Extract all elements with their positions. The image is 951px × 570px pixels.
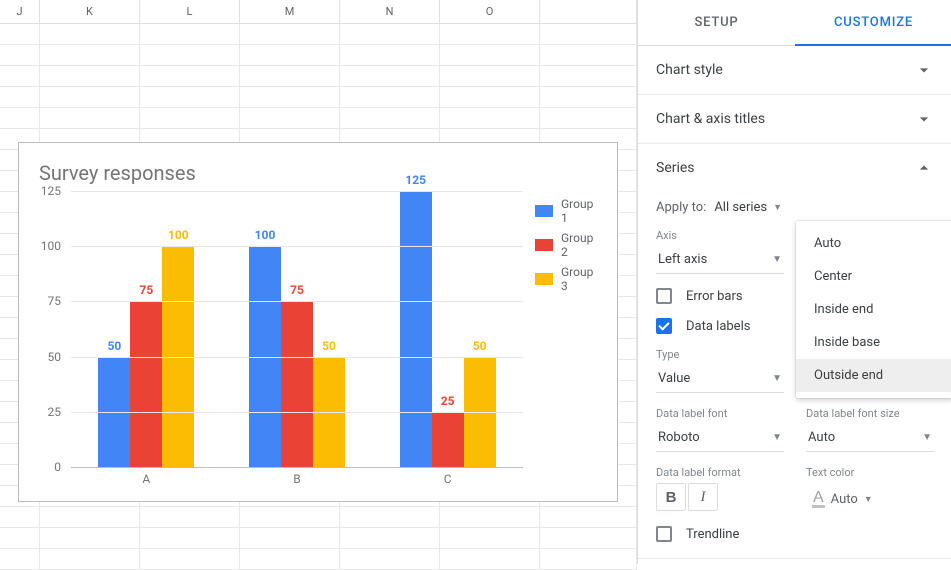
chevron-up-icon bbox=[914, 158, 934, 178]
chart-plot: 0255075100125 507510010075501252550 ABC bbox=[39, 191, 523, 491]
dropdown-option[interactable]: Center bbox=[796, 260, 951, 293]
dropdown-option[interactable]: Outside end bbox=[796, 359, 951, 392]
text-color-icon: A bbox=[812, 491, 825, 508]
font-size-label: Data label font size bbox=[806, 407, 934, 420]
column-header[interactable]: K bbox=[40, 0, 140, 23]
chart-title: Survey responses bbox=[39, 161, 603, 185]
legend-item[interactable]: Group 2 bbox=[535, 231, 603, 259]
bar-data-label: 25 bbox=[441, 394, 455, 408]
y-tick-label: 75 bbox=[48, 294, 62, 308]
sidebar-tabs: SETUP CUSTOMIZE bbox=[638, 0, 951, 46]
x-tick-label: B bbox=[222, 467, 373, 491]
text-color-select[interactable]: A Auto ▼ bbox=[806, 487, 879, 512]
bar-data-label: 100 bbox=[255, 228, 276, 242]
spreadsheet-area: JKLMNO Survey responses 0 25 50 75 100 125 50… bbox=[0, 0, 638, 564]
chart-legend: Group 1 Group 2 Group 3 bbox=[523, 191, 603, 491]
bar[interactable]: 25 bbox=[432, 412, 464, 467]
dropdown-option[interactable]: Auto bbox=[796, 227, 951, 260]
tab-setup[interactable]: SETUP bbox=[638, 0, 795, 45]
column-header[interactable]: J bbox=[0, 0, 40, 23]
bar-data-label: 50 bbox=[107, 339, 121, 353]
bar-data-label: 125 bbox=[405, 173, 426, 187]
bar[interactable]: 75 bbox=[130, 301, 162, 467]
bold-button[interactable]: B bbox=[656, 483, 686, 511]
x-tick-label: C bbox=[372, 467, 523, 491]
axis-label: Axis bbox=[656, 229, 784, 242]
font-label: Data label font bbox=[656, 407, 784, 420]
section-label: Chart & axis titles bbox=[656, 111, 765, 127]
apply-to-label: Apply to: bbox=[656, 200, 706, 215]
column-header[interactable] bbox=[540, 0, 637, 23]
checkbox-unchecked-icon bbox=[656, 288, 672, 304]
bar-data-label: 50 bbox=[322, 339, 336, 353]
column-header[interactable]: O bbox=[440, 0, 540, 23]
chart-embed[interactable]: Survey responses 0 25 50 75 100 125 50 75 100 10… bbox=[18, 142, 618, 502]
column-headers: JKLMNO bbox=[0, 0, 637, 24]
font-select[interactable]: Roboto ▼ bbox=[656, 424, 784, 452]
checkbox-unchecked-icon bbox=[656, 526, 672, 542]
chevron-down-icon bbox=[914, 109, 934, 129]
y-tick-label: 100 bbox=[41, 239, 61, 253]
axis-select[interactable]: Left axis ▼ bbox=[656, 246, 784, 274]
tab-customize[interactable]: CUSTOMIZE bbox=[795, 0, 951, 46]
y-tick-label: 125 bbox=[41, 184, 61, 198]
legend-swatch bbox=[535, 205, 553, 217]
bar[interactable]: 125 bbox=[400, 191, 432, 467]
bar-data-label: 100 bbox=[168, 228, 189, 242]
dropdown-option[interactable]: Inside end bbox=[796, 293, 951, 326]
section-label: Chart style bbox=[656, 62, 723, 78]
bar[interactable]: 75 bbox=[281, 301, 313, 467]
column-header[interactable]: L bbox=[140, 0, 240, 23]
series-section-body: Apply to: All series ▼ Axis Left axis ▼ … bbox=[638, 192, 951, 559]
y-tick-label: 50 bbox=[48, 350, 62, 364]
font-size-select[interactable]: Auto ▼ bbox=[806, 424, 934, 452]
chevron-down-icon bbox=[914, 60, 934, 80]
trendline-checkbox[interactable]: Trendline bbox=[656, 526, 934, 542]
bar-data-label: 75 bbox=[290, 283, 304, 297]
apply-to-select[interactable]: All series ▼ bbox=[714, 200, 782, 215]
checkbox-checked-icon bbox=[656, 318, 672, 334]
legend-item[interactable]: Group 1 bbox=[535, 197, 603, 225]
x-tick-label: A bbox=[71, 467, 222, 491]
text-color-label: Text color bbox=[806, 466, 934, 479]
column-header[interactable]: N bbox=[340, 0, 440, 23]
section-chart-style[interactable]: Chart style bbox=[638, 46, 951, 95]
y-tick-label: 25 bbox=[48, 405, 62, 419]
position-dropdown: AutoCenterInside endInside baseOutside e… bbox=[796, 221, 951, 398]
legend-item[interactable]: Group 3 bbox=[535, 265, 603, 293]
bar-data-label: 50 bbox=[473, 339, 487, 353]
dropdown-option[interactable]: Inside base bbox=[796, 326, 951, 359]
legend-swatch bbox=[535, 239, 553, 251]
legend-swatch bbox=[535, 273, 553, 285]
column-header[interactable]: M bbox=[240, 0, 340, 23]
type-select[interactable]: Value ▼ bbox=[656, 365, 784, 393]
format-label: Data label format bbox=[656, 466, 784, 479]
y-tick-label: 0 bbox=[54, 460, 61, 474]
section-chart-axis-titles[interactable]: Chart & axis titles bbox=[638, 95, 951, 144]
type-label: Type bbox=[656, 348, 784, 361]
section-series[interactable]: Series bbox=[638, 144, 951, 192]
section-label: Series bbox=[656, 160, 695, 176]
bar-data-label: 75 bbox=[139, 283, 153, 297]
chart-editor-sidebar: SETUP CUSTOMIZE Chart style Chart & axis… bbox=[638, 0, 951, 564]
italic-button[interactable]: I bbox=[688, 483, 718, 511]
